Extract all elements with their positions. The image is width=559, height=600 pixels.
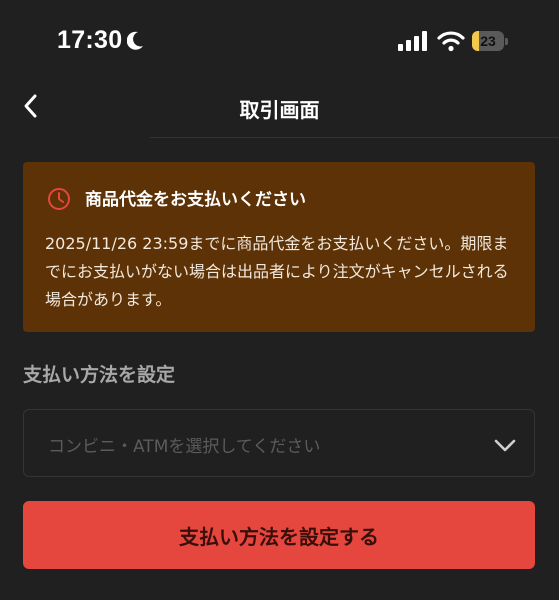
- moon-icon: [127, 31, 144, 50]
- battery-body: 23: [472, 31, 504, 51]
- payment-section-label: 支払い方法を設定: [23, 364, 176, 386]
- battery-cap: [505, 37, 508, 45]
- clock-icon: [48, 188, 70, 210]
- set-payment-method-button-label: 支払い方法を設定する: [179, 524, 379, 549]
- page-title: 取引画面: [239, 98, 320, 122]
- chevron-down-icon: [494, 439, 516, 452]
- alert-body: 2025/11/26 23:59までに商品代金をお支払いください。期限までにお支…: [45, 234, 509, 309]
- nav-bar: 取引画面: [0, 84, 559, 138]
- payment-deadline-alert: 商品代金をお支払いください 2025/11/26 23:59までに商品代金をお支…: [23, 162, 535, 332]
- set-payment-method-button[interactable]: 支払い方法を設定する: [23, 501, 535, 569]
- alert-title: 商品代金をお支払いください: [85, 190, 306, 210]
- status-time: 17:30: [57, 26, 144, 55]
- wifi-icon: [437, 31, 465, 52]
- nav-divider: [150, 137, 559, 138]
- battery-level: 23: [480, 33, 496, 49]
- select-placeholder: コンビニ・ATMを選択してください: [48, 437, 321, 457]
- battery-icon: 23: [472, 30, 510, 52]
- status-time-text: 17:30: [57, 26, 123, 54]
- signal-icon: [398, 31, 427, 51]
- status-bar: 17:30 23: [0, 0, 559, 84]
- payment-method-select[interactable]: コンビニ・ATMを選択してください: [23, 409, 535, 477]
